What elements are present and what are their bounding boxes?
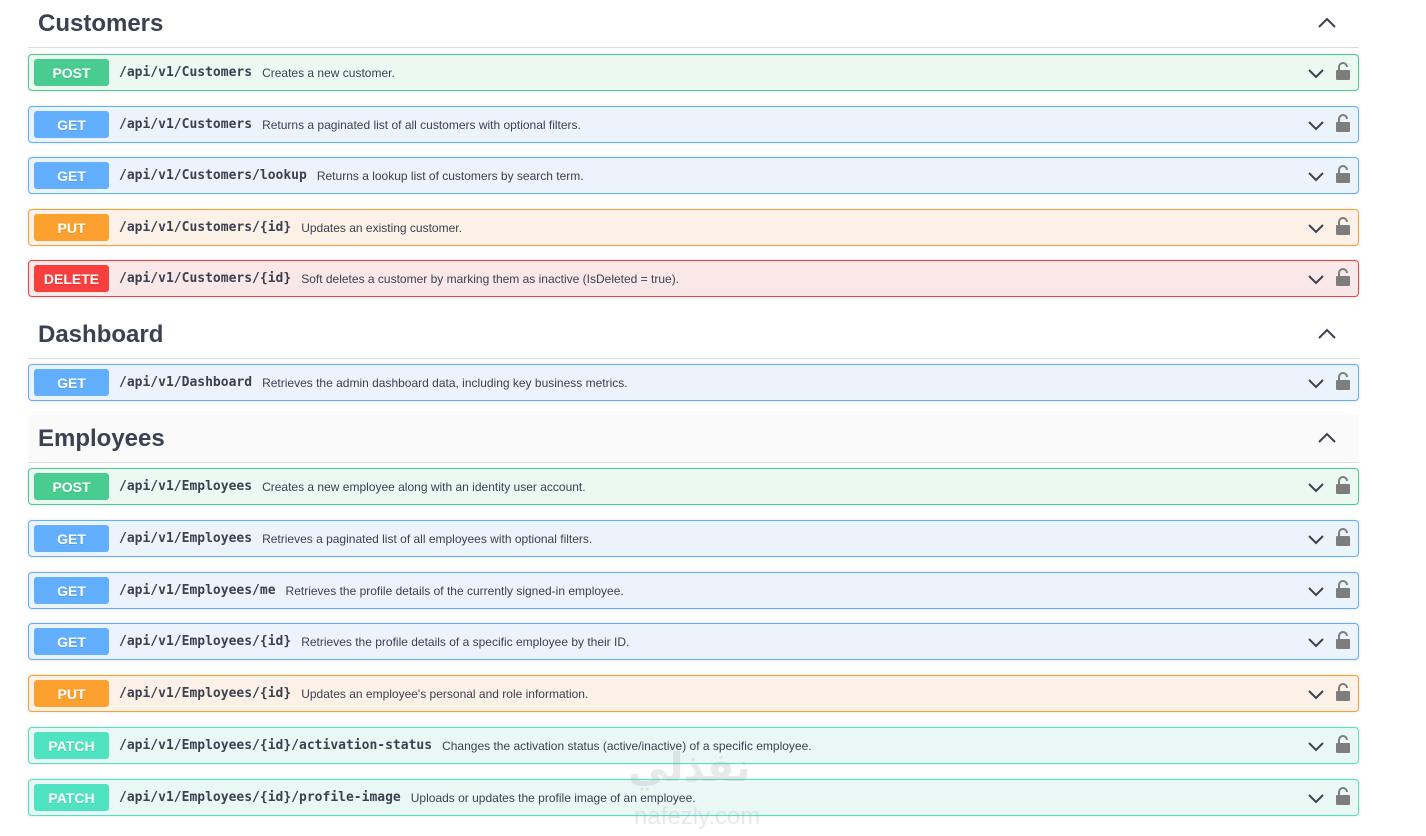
operation-row[interactable]: GET /api/v1/Employees/{id} Retrieves the… [28,623,1359,660]
operation-path: /api/v1/Customers/lookup [119,168,307,183]
chevron-down-icon[interactable] [1308,792,1324,804]
operation-path: /api/v1/Customers/{id} [119,220,292,235]
method-badge: GET [34,628,109,655]
operation-summary: Creates a new customer. [262,65,395,80]
operation-path: /api/v1/Customers/{id} [119,271,292,286]
operation-summary: Changes the activation status (active/in… [442,738,812,753]
chevron-down-icon[interactable] [1308,273,1324,285]
lock-icon[interactable] [1336,683,1350,701]
chevron-down-icon[interactable] [1308,688,1324,700]
operation-path: /api/v1/Customers [119,117,253,132]
operation-path: /api/v1/Employees/{id} [119,634,292,649]
chevron-up-icon[interactable] [1317,15,1337,29]
lock-icon[interactable] [1336,735,1350,753]
chevron-down-icon[interactable] [1308,636,1324,648]
section-header-employees[interactable]: Employees [28,415,1359,463]
operation-summary: Retrieves a paginated list of all employ… [262,531,593,546]
operation-summary: Retrieves the profile details of the cur… [285,583,624,598]
lock-icon[interactable] [1336,372,1350,390]
chevron-down-icon[interactable] [1308,740,1324,752]
operation-path: /api/v1/Employees/{id} [119,686,292,701]
operation-row[interactable]: PUT /api/v1/Customers/{id} Updates an ex… [28,209,1359,246]
operation-summary: Returns a paginated list of all customer… [262,117,581,132]
chevron-down-icon[interactable] [1308,585,1324,597]
operation-path: /api/v1/Employees/{id}/activation-status [119,738,433,753]
section-header-customers[interactable]: Customers [28,0,1359,48]
lock-icon[interactable] [1336,217,1350,235]
method-badge: POST [34,473,109,500]
chevron-down-icon[interactable] [1308,377,1324,389]
chevron-down-icon[interactable] [1308,67,1324,79]
operation-summary: Creates a new employee along with an ide… [262,479,586,494]
operation-path: /api/v1/Customers [119,65,253,80]
section-title: Dashboard [38,321,164,348]
operation-row[interactable]: POST /api/v1/Customers Creates a new cus… [28,54,1359,91]
lock-icon[interactable] [1336,580,1350,598]
chevron-down-icon[interactable] [1308,119,1324,131]
method-badge: PUT [34,680,109,707]
section-title: Customers [38,10,164,37]
operation-row[interactable]: PUT /api/v1/Employees/{id} Updates an em… [28,675,1359,712]
method-badge: PATCH [34,732,109,759]
operation-summary: Uploads or updates the profile image of … [410,790,696,805]
lock-icon[interactable] [1336,165,1350,183]
lock-icon[interactable] [1336,631,1350,649]
operation-path: /api/v1/Employees/me [119,583,276,598]
operation-row[interactable]: PATCH /api/v1/Employees/{id}/activation-… [28,727,1359,764]
chevron-down-icon[interactable] [1308,533,1324,545]
operation-summary: Updates an existing customer. [301,220,462,235]
operation-path: /api/v1/Dashboard [119,375,253,390]
operation-row[interactable]: GET /api/v1/Customers Returns a paginate… [28,106,1359,143]
method-badge: GET [34,111,109,138]
operation-row[interactable]: GET /api/v1/Employees/me Retrieves the p… [28,572,1359,609]
method-badge: GET [34,577,109,604]
chevron-up-icon[interactable] [1317,430,1337,444]
chevron-down-icon[interactable] [1308,222,1324,234]
method-badge: PATCH [34,784,109,811]
operation-path: /api/v1/Employees/{id}/profile-image [119,790,401,805]
method-badge: GET [34,369,109,396]
chevron-up-icon[interactable] [1317,326,1337,340]
lock-icon[interactable] [1336,528,1350,546]
operation-row[interactable]: POST /api/v1/Employees Creates a new emp… [28,468,1359,505]
operation-row[interactable]: GET /api/v1/Dashboard Retrieves the admi… [28,364,1359,401]
operation-row[interactable]: GET /api/v1/Employees Retrieves a pagina… [28,520,1359,557]
lock-icon[interactable] [1336,114,1350,132]
operation-row[interactable]: PATCH /api/v1/Employees/{id}/profile-ima… [28,779,1359,816]
lock-icon[interactable] [1336,476,1350,494]
operation-row[interactable]: DELETE /api/v1/Customers/{id} Soft delet… [28,260,1359,297]
method-badge: GET [34,525,109,552]
operation-summary: Soft deletes a customer by marking them … [301,271,680,286]
lock-icon[interactable] [1336,62,1350,80]
section-header-dashboard[interactable]: Dashboard [28,311,1359,359]
operation-summary: Retrieves the admin dashboard data, incl… [262,375,628,390]
lock-icon[interactable] [1336,268,1350,286]
operation-summary: Updates an employee's personal and role … [301,686,589,701]
chevron-down-icon[interactable] [1308,170,1324,182]
method-badge: PUT [34,214,109,241]
operation-summary: Returns a lookup list of customers by se… [316,168,584,183]
section-title: Employees [38,425,165,452]
lock-icon[interactable] [1336,787,1350,805]
operation-summary: Retrieves the profile details of a speci… [301,634,630,649]
operation-row[interactable]: GET /api/v1/Customers/lookup Returns a l… [28,157,1359,194]
operation-path: /api/v1/Employees [119,531,253,546]
method-badge: GET [34,162,109,189]
method-badge: DELETE [34,265,109,292]
operation-path: /api/v1/Employees [119,479,253,494]
method-badge: POST [34,59,109,86]
chevron-down-icon[interactable] [1308,481,1324,493]
